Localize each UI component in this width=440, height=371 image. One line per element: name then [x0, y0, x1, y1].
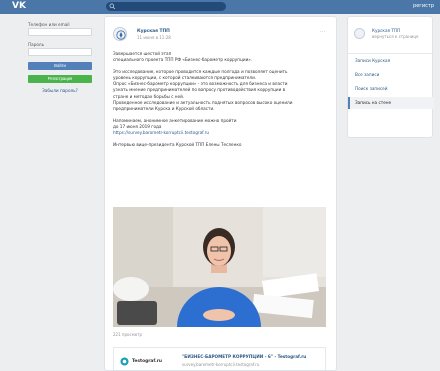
community-subtitle[interactable]: вернуться к странице [372, 34, 419, 39]
post-photo[interactable] [113, 207, 326, 327]
forgot-password-link[interactable]: Забыли пароль? [28, 88, 92, 94]
post-paragraph: Это исследование, которое проводится каж… [113, 69, 328, 112]
post-paragraph: Напоминаем, анонимное анкетирование можн… [113, 118, 328, 136]
community-name[interactable]: Курская ТПП [372, 28, 400, 33]
top-right-link[interactable]: регистр [413, 2, 434, 11]
post-author[interactable]: Курская ТПП [137, 29, 170, 34]
vk-logo[interactable]: VK [12, 1, 26, 12]
community-avatar [354, 28, 365, 39]
post-text: Завершается шестой этап специального про… [113, 51, 328, 154]
login-form: Телефон или email Пароль Войти Регистрац… [28, 22, 96, 94]
post-paragraph: Завершается шестой этап специального про… [113, 51, 328, 63]
survey-link[interactable]: https://survey.barometr-korruptcii.testo… [113, 130, 328, 136]
post-line: предприниматели Курска и Курской области… [113, 105, 215, 111]
search-input[interactable] [106, 2, 226, 11]
phone-field[interactable] [28, 28, 92, 36]
right-panel: Курская ТПП вернуться к странице Записи … [347, 16, 434, 138]
interview-photo [113, 207, 326, 327]
post-date[interactable]: 11 июня в 11:28 [137, 35, 171, 40]
divider [348, 53, 434, 54]
wall-post: Курская ТПП 11 июня в 11:28 ··· Завершае… [104, 16, 337, 371]
snippet-url: survey.barometr-korruptcii.testograf.ru [182, 362, 260, 367]
emblem-icon [116, 30, 126, 40]
register-button[interactable]: Регистрация [28, 75, 92, 83]
post-line: специального проекта ТПП РФ «Бизнес-баро… [113, 57, 253, 63]
link-snippet[interactable]: Testograf.ru "БИЗНЕС-БАРОМЕТР КОРРУПЦИИ … [113, 347, 326, 370]
testograf-logo-icon [120, 357, 129, 366]
nav-item-community-posts[interactable]: Записи Курская [348, 55, 434, 67]
community-header[interactable]: Курская ТПП вернуться к странице [354, 27, 430, 47]
post-menu-icon[interactable]: ··· [320, 29, 326, 35]
nav-item-wall-post[interactable]: Запись на стене [348, 97, 434, 109]
snippet-source: Testograf.ru [132, 359, 163, 364]
login-button[interactable]: Войти [28, 62, 92, 70]
password-field[interactable] [28, 48, 92, 56]
post-line: Интервью вице-президента Курской ТПП Еле… [113, 142, 242, 148]
nav-item-search-posts[interactable]: Поиск записей [348, 83, 434, 95]
view-count: 221 просмотр [113, 332, 143, 337]
nav-item-all-posts[interactable]: Все записи [348, 69, 434, 81]
snippet-title[interactable]: "БИЗНЕС-БАРОМЕТР КОРРУПЦИИ - 6" - Testog… [182, 354, 306, 359]
search-icon [109, 3, 116, 10]
author-avatar[interactable] [113, 27, 127, 41]
top-bar: VK регистр [0, 0, 440, 14]
post-paragraph: Интервью вице-президента Курской ТПП Еле… [113, 142, 328, 148]
